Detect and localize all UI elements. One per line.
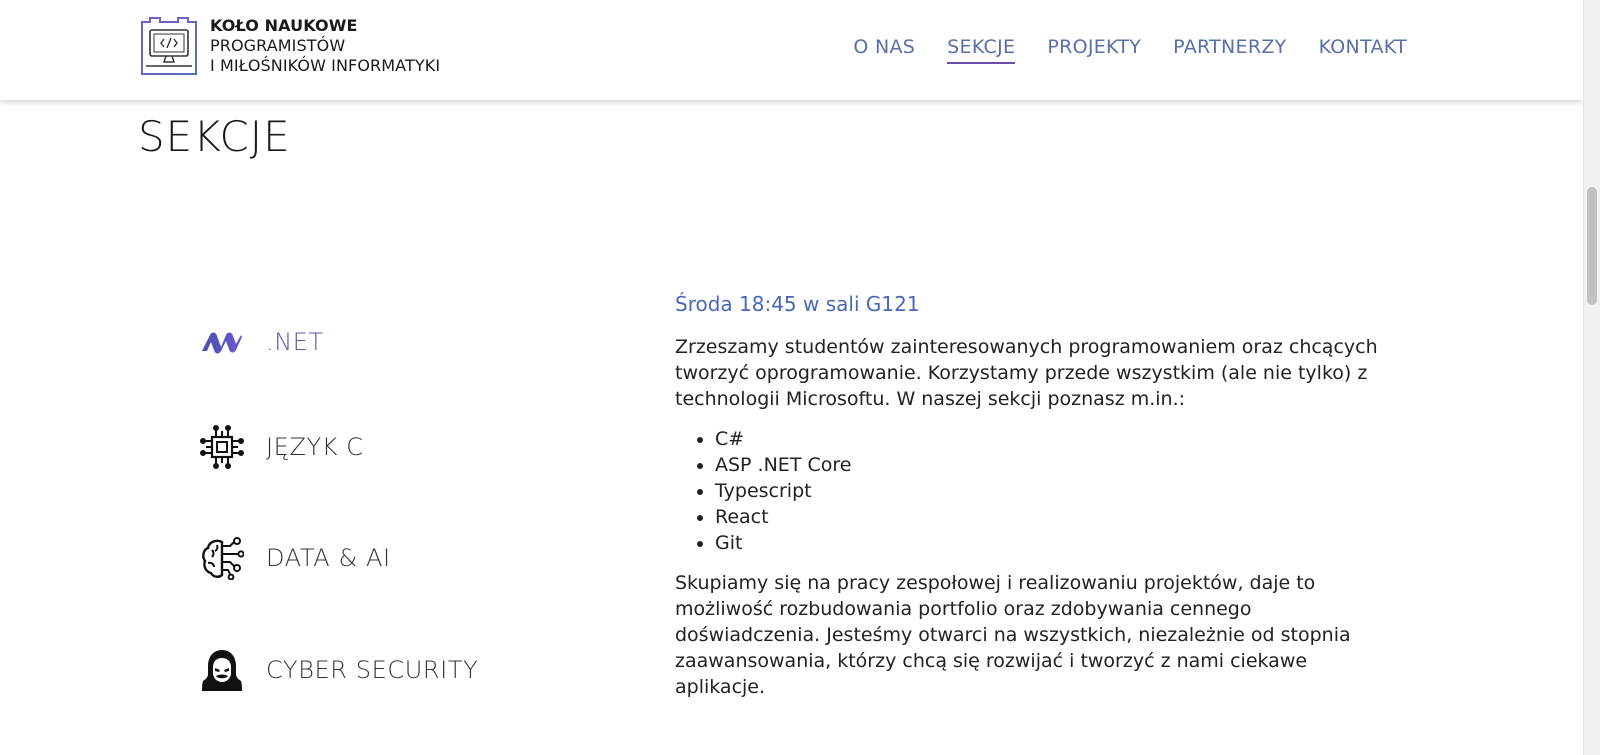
list-item: Typescript — [715, 478, 1395, 504]
scrollbar-thumb[interactable] — [1587, 187, 1597, 305]
logo-line-3: I MIŁOŚNIKÓW INFORMATYKI — [210, 56, 441, 75]
outro-paragraph: Skupiamy się na pracy zespołowej i reali… — [675, 572, 1351, 698]
section-label: DATA & AI — [266, 544, 391, 572]
section-item-cyber-security[interactable]: CYBER SECURITY — [200, 648, 478, 692]
nav-item-o-nas[interactable]: O NAS — [853, 36, 915, 64]
list-item: Git — [715, 530, 1395, 556]
section-label: .NET — [266, 328, 324, 356]
site-logo[interactable]: KOŁO NAUKOWE PROGRAMISTÓW I MIŁOŚNIKÓW I… — [140, 16, 440, 76]
page-title: SEKCJE — [138, 112, 291, 161]
list-item: React — [715, 504, 1395, 530]
logo-text: KOŁO NAUKOWE PROGRAMISTÓW I MIŁOŚNIKÓW I… — [210, 16, 440, 76]
page-scrollbar[interactable] — [1583, 0, 1600, 755]
section-item-dotnet[interactable]: .NET — [200, 320, 324, 364]
chip-icon — [200, 425, 244, 469]
technology-list: C# ASP .NET Core Typescript React Git — [675, 426, 1395, 556]
intro-paragraph: Zrzeszamy studentów zainteresowanych pro… — [675, 336, 1378, 410]
section-item-jezyk-c[interactable]: JĘZYK C — [200, 425, 364, 469]
nav-item-projekty[interactable]: PROJEKTY — [1047, 36, 1141, 64]
main-nav: O NAS SEKCJE PROJEKTY PARTNERZY KONTAKT — [853, 36, 1407, 64]
section-label: JĘZYK C — [266, 433, 364, 461]
dotnet-logo-icon — [202, 332, 242, 354]
logo-line-2: PROGRAMISTÓW — [210, 36, 346, 55]
logo-line-1: KOŁO NAUKOWE — [210, 16, 358, 35]
brain-circuit-icon — [202, 537, 244, 580]
hacker-icon — [202, 650, 242, 691]
site-header: KOŁO NAUKOWE PROGRAMISTÓW I MIŁOŚNIKÓW I… — [0, 0, 1583, 100]
section-content: Środa 18:45 w sali G121 Zrzeszamy studen… — [675, 292, 1395, 714]
page-viewport: KOŁO NAUKOWE PROGRAMISTÓW I MIŁOŚNIKÓW I… — [0, 0, 1583, 755]
nav-item-kontakt[interactable]: KONTAKT — [1319, 36, 1407, 64]
meeting-schedule: Środa 18:45 w sali G121 — [675, 292, 920, 316]
section-item-data-ai[interactable]: DATA & AI — [200, 536, 391, 580]
section-label: CYBER SECURITY — [266, 656, 479, 684]
nav-item-sekcje[interactable]: SEKCJE — [947, 36, 1016, 64]
list-item: ASP .NET Core — [715, 452, 1395, 478]
computer-code-icon — [141, 17, 197, 75]
list-item: C# — [715, 426, 1395, 452]
nav-item-partnerzy[interactable]: PARTNERZY — [1173, 36, 1286, 64]
